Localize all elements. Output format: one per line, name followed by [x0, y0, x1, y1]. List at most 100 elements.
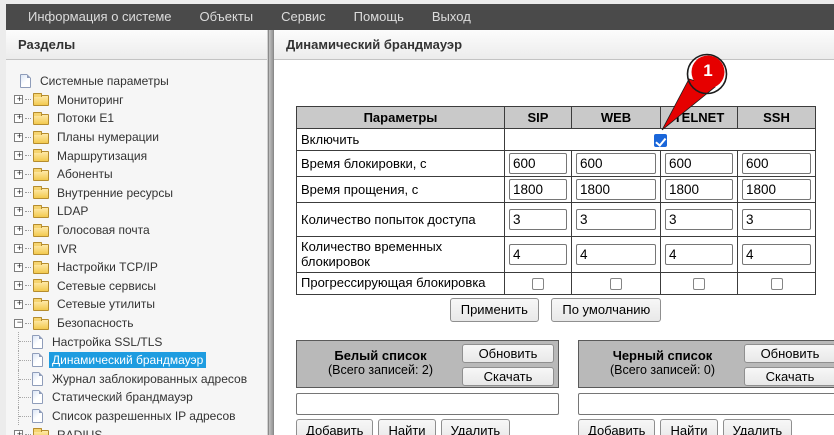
- sidebar-item-ssl-tls[interactable]: Настройка SSL/TLS: [14, 332, 267, 351]
- sidebar-item-monitoring[interactable]: Мониторинг: [14, 91, 267, 110]
- progressive-telnet-checkbox[interactable]: [693, 278, 705, 290]
- open-folder-icon: [33, 319, 49, 330]
- sidebar-item-network-utils[interactable]: Сетевые утилиты: [14, 295, 267, 314]
- blacklist-panel: Черный список (Всего записей: 0) Обновит…: [578, 340, 834, 435]
- expand-icon[interactable]: [14, 300, 23, 309]
- blacklist-download-button[interactable]: Скачать: [744, 367, 834, 386]
- blacklist-delete-button[interactable]: Удалить: [723, 419, 793, 435]
- expand-icon[interactable]: [14, 114, 23, 123]
- sidebar-item-security[interactable]: Безопасность: [14, 314, 267, 333]
- defaults-button[interactable]: По умолчанию: [551, 298, 661, 322]
- enable-checkbox[interactable]: [654, 134, 667, 147]
- column-header: SIP: [505, 107, 572, 129]
- forgive-time-web-input[interactable]: [576, 179, 656, 200]
- folder-icon: [33, 188, 49, 199]
- sidebar-item-allowed-ip-list[interactable]: Список разрешенных IP адресов: [14, 407, 267, 426]
- sidebar-item-radius[interactable]: RADIUS: [14, 425, 267, 435]
- whitelist-download-button[interactable]: Скачать: [462, 367, 554, 386]
- attempts-sip-input[interactable]: [509, 209, 567, 230]
- sidebar-item-ivr[interactable]: IVR: [14, 239, 267, 258]
- temp-blocks-ssh-input[interactable]: [742, 244, 811, 265]
- column-header: WEB: [572, 107, 661, 129]
- document-icon: [32, 353, 43, 367]
- sidebar: Разделы Системные параметры Мониторинг: [6, 30, 268, 435]
- temp-blocks-telnet-input[interactable]: [665, 244, 733, 265]
- menu-item-logout[interactable]: Выход: [418, 4, 485, 30]
- table-row-forgive-time: Время прощения, с: [297, 177, 816, 203]
- document-icon: [32, 335, 43, 349]
- attempts-web-input[interactable]: [576, 209, 656, 230]
- expand-icon[interactable]: [14, 226, 23, 235]
- forgive-time-telnet-input[interactable]: [665, 179, 733, 200]
- document-icon: [32, 390, 43, 404]
- folder-icon: [33, 281, 49, 292]
- expand-icon[interactable]: [14, 95, 23, 104]
- blacklist-refresh-button[interactable]: Обновить: [744, 344, 834, 363]
- blacklist-find-button[interactable]: Найти: [660, 419, 717, 435]
- menu-item-objects[interactable]: Объекты: [186, 4, 268, 30]
- expand-icon[interactable]: [14, 151, 23, 160]
- expand-icon[interactable]: [14, 207, 23, 216]
- folder-icon: [33, 244, 49, 255]
- sidebar-item-static-firewall[interactable]: Статический брандмауэр: [14, 388, 267, 407]
- sidebar-item-internal-resources[interactable]: Внутренние ресурсы: [14, 184, 267, 203]
- blacklist-title: Черный список: [581, 348, 744, 363]
- whitelist-refresh-button[interactable]: Обновить: [462, 344, 554, 363]
- sidebar-item-voicemail[interactable]: Голосовая почта: [14, 221, 267, 240]
- block-time-ssh-input[interactable]: [742, 153, 811, 174]
- blacklist-address-input[interactable]: [578, 393, 834, 415]
- attempts-telnet-input[interactable]: [665, 209, 733, 230]
- attempts-ssh-input[interactable]: [742, 209, 811, 230]
- folder-icon: [33, 226, 49, 237]
- blacklist-count: (Всего записей: 0): [581, 363, 744, 377]
- sidebar-item-dynamic-firewall[interactable]: Динамический брандмауэр: [14, 351, 267, 370]
- temp-blocks-web-input[interactable]: [576, 244, 656, 265]
- sidebar-item-tcpip-settings[interactable]: Настройки TCP/IP: [14, 258, 267, 277]
- sidebar-item-ldap[interactable]: LDAP: [14, 202, 267, 221]
- whitelist-delete-button[interactable]: Удалить: [441, 419, 511, 435]
- sidebar-item-e1-streams[interactable]: Потоки E1: [14, 109, 267, 128]
- sidebar-item-subscribers[interactable]: Абоненты: [14, 165, 267, 184]
- sidebar-item-numbering-plans[interactable]: Планы нумерации: [14, 128, 267, 147]
- expand-icon[interactable]: [14, 188, 23, 197]
- expand-icon[interactable]: [14, 281, 23, 290]
- progressive-sip-checkbox[interactable]: [532, 278, 544, 290]
- column-header: TELNET: [661, 107, 738, 129]
- collapse-icon[interactable]: [14, 319, 23, 328]
- folder-icon: [33, 114, 49, 125]
- block-time-telnet-input[interactable]: [665, 153, 733, 174]
- table-header-row: Параметры SIP WEB TELNET SSH: [297, 107, 816, 129]
- whitelist-title: Белый список: [299, 348, 462, 363]
- block-time-web-input[interactable]: [576, 153, 656, 174]
- expand-icon[interactable]: [14, 263, 23, 272]
- menu-item-service[interactable]: Сервис: [267, 4, 340, 30]
- sidebar-item-routing[interactable]: Маршрутизация: [14, 146, 267, 165]
- sidebar-item-system-params[interactable]: Системные параметры: [14, 72, 267, 91]
- whitelist-address-input[interactable]: [296, 393, 559, 415]
- sidebar-item-blocked-log[interactable]: Журнал заблокированных адресов: [14, 370, 267, 389]
- forgive-time-sip-input[interactable]: [509, 179, 567, 200]
- sidebar-item-network-services[interactable]: Сетевые сервисы: [14, 277, 267, 296]
- table-row-attempts: Количество попыток доступа: [297, 203, 816, 237]
- folder-icon: [33, 430, 49, 435]
- apply-button[interactable]: Применить: [450, 298, 539, 322]
- expand-icon[interactable]: [14, 133, 23, 142]
- expand-icon[interactable]: [14, 170, 23, 179]
- column-header: SSH: [738, 107, 816, 129]
- menu-item-help[interactable]: Помощь: [340, 4, 418, 30]
- progressive-ssh-checkbox[interactable]: [771, 278, 783, 290]
- temp-blocks-sip-input[interactable]: [509, 244, 567, 265]
- column-header: Параметры: [297, 107, 505, 129]
- top-menu-bar: Информация о системе Объекты Сервис Помо…: [6, 4, 834, 30]
- expand-icon[interactable]: [14, 430, 23, 435]
- table-row-temp-blocks: Количество временных блокировок: [297, 237, 816, 273]
- forgive-time-ssh-input[interactable]: [742, 179, 811, 200]
- expand-icon[interactable]: [14, 244, 23, 253]
- whitelist-add-button[interactable]: Добавить: [296, 419, 373, 435]
- folder-icon: [33, 207, 49, 218]
- progressive-web-checkbox[interactable]: [610, 278, 622, 290]
- blacklist-add-button[interactable]: Добавить: [578, 419, 655, 435]
- whitelist-find-button[interactable]: Найти: [378, 419, 435, 435]
- block-time-sip-input[interactable]: [509, 153, 567, 174]
- menu-item-system-info[interactable]: Информация о системе: [14, 4, 186, 30]
